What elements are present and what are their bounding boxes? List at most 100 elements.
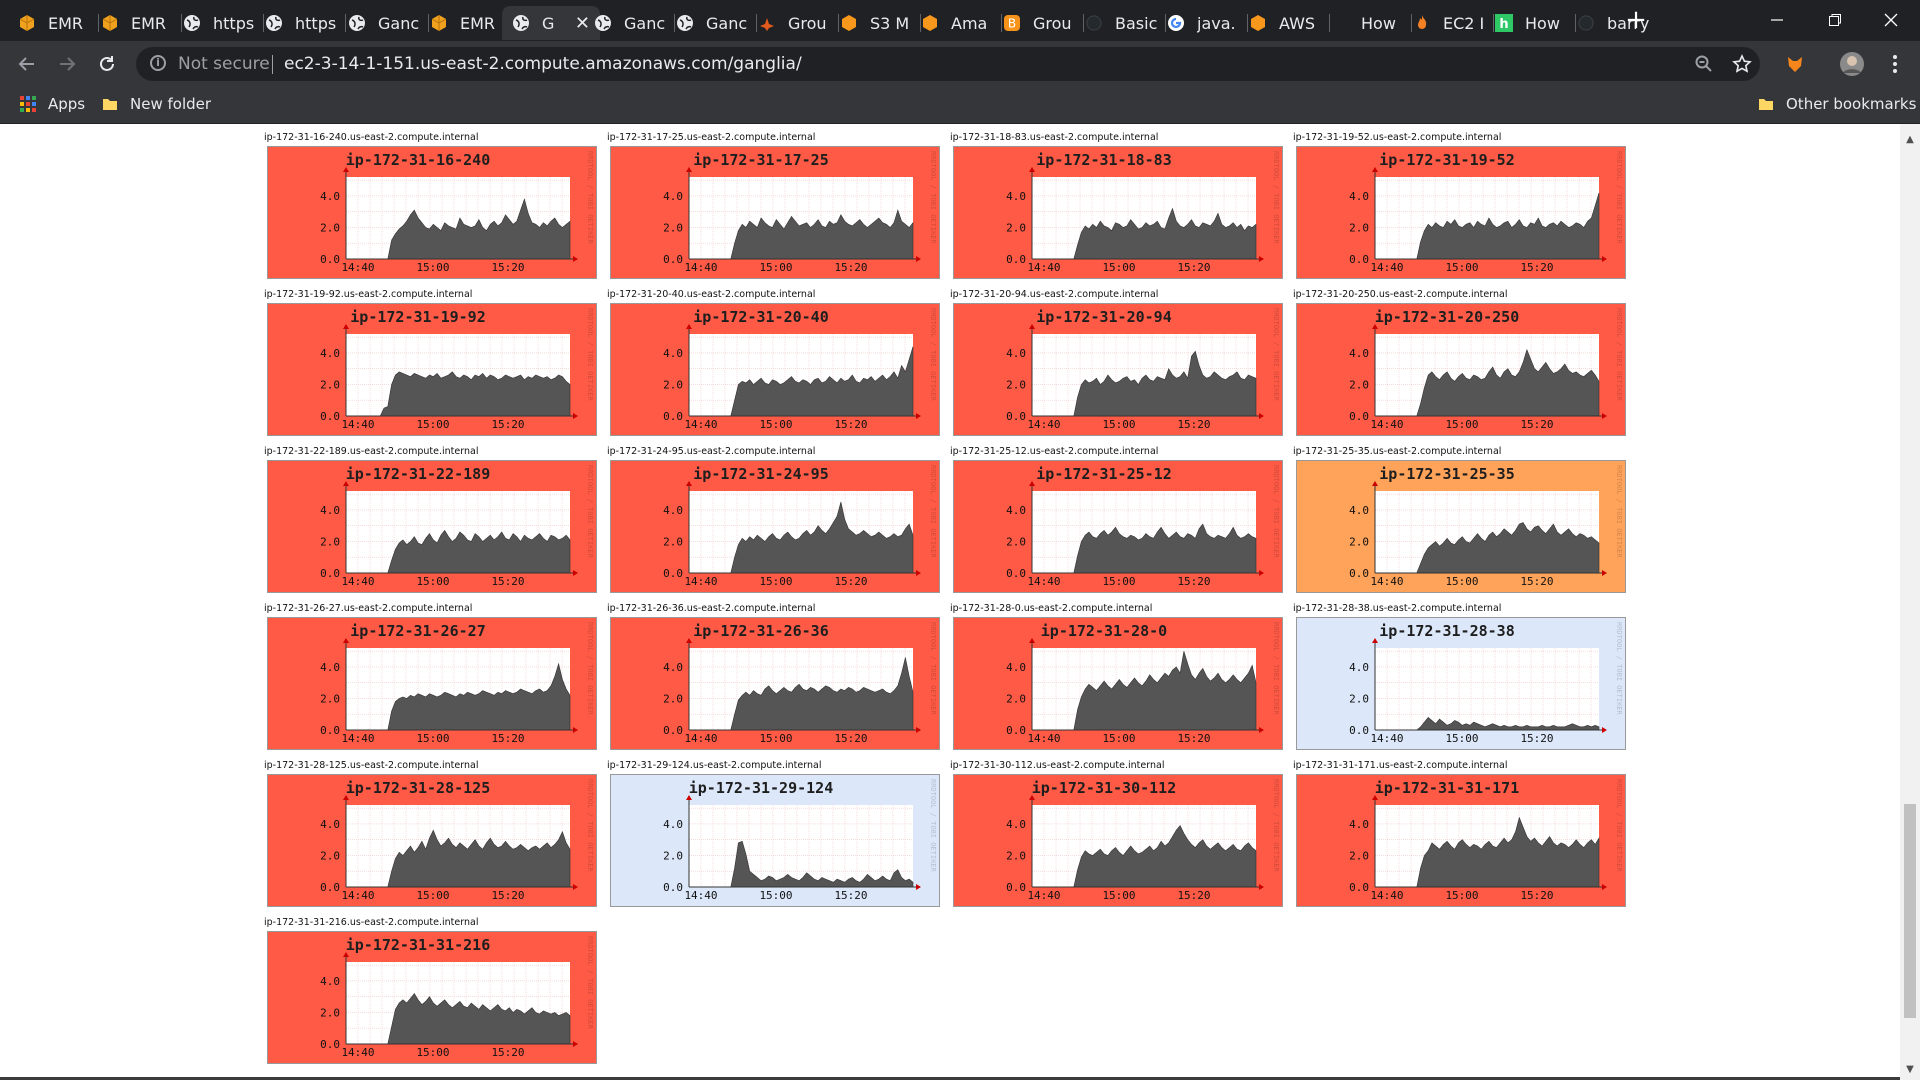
scroll-down-arrow-icon[interactable]: ▼ — [1904, 1064, 1916, 1076]
restore-window-icon[interactable] — [1806, 0, 1864, 40]
host-caption[interactable]: ip-172-31-17-25.us-east-2.compute.intern… — [607, 132, 815, 143]
load-graph[interactable]: ip-172-31-26-36 4.0 2.0 0.0 14:40 15:00 15:20 R… — [610, 617, 940, 750]
tab[interactable]: Ganc — [348, 6, 426, 40]
load-graph[interactable]: ip-172-31-28-38 4.0 2.0 0.0 14:40 15:00 15:20 R… — [1296, 617, 1626, 750]
host-graph-tile[interactable]: ip-172-31-31-171.us-east-2.compute.inter… — [1293, 760, 1629, 917]
load-graph[interactable]: ip-172-31-19-52 4.0 2.0 0.0 14:40 15:00 15:20 R… — [1296, 146, 1626, 279]
tab[interactable]: How — [1331, 6, 1409, 40]
tab[interactable]: Basic — [1085, 6, 1163, 40]
close-window-icon[interactable] — [1862, 0, 1920, 40]
host-caption[interactable]: ip-172-31-18-83.us-east-2.compute.intern… — [950, 132, 1158, 143]
tab[interactable]: EC2 I — [1413, 6, 1491, 40]
back-button[interactable] — [12, 49, 42, 79]
load-graph[interactable]: ip-172-31-31-171 4.0 2.0 0.0 14:40 15:00 15:20… — [1296, 774, 1626, 907]
tab[interactable]: https — [265, 6, 343, 40]
host-graph-tile[interactable]: ip-172-31-16-240.us-east-2.compute.inter… — [264, 132, 600, 289]
host-caption[interactable]: ip-172-31-30-112.us-east-2.compute.inter… — [950, 760, 1164, 771]
extension-fox-icon[interactable] — [1782, 51, 1808, 77]
host-caption[interactable]: ip-172-31-20-94.us-east-2.compute.intern… — [950, 289, 1158, 300]
host-caption[interactable]: ip-172-31-28-0.us-east-2.compute.interna… — [950, 603, 1152, 614]
host-caption[interactable]: ip-172-31-24-95.us-east-2.compute.intern… — [607, 446, 815, 457]
bookmark-apps[interactable]: Apps — [20, 95, 85, 113]
load-graph[interactable]: ip-172-31-28-0 4.0 2.0 0.0 14:40 15:00 15:20 RR… — [953, 617, 1283, 750]
new-tab-button[interactable]: + — [1622, 6, 1650, 34]
host-caption[interactable]: ip-172-31-20-250.us-east-2.compute.inter… — [1293, 289, 1507, 300]
tab[interactable]: Ama — [921, 6, 999, 40]
host-caption[interactable]: ip-172-31-26-27.us-east-2.compute.intern… — [264, 603, 472, 614]
tab[interactable]: java. — [1167, 6, 1245, 40]
load-graph[interactable]: ip-172-31-22-189 4.0 2.0 0.0 14:40 15:00 15:20… — [267, 460, 597, 593]
vertical-scrollbar[interactable]: ▲ ▼ — [1900, 124, 1920, 1080]
tab[interactable]: Ganc — [676, 6, 754, 40]
bookmark-new-folder[interactable]: New folder — [102, 95, 211, 113]
load-graph[interactable]: ip-172-31-25-35 4.0 2.0 0.0 14:40 15:00 15:20 R… — [1296, 460, 1626, 593]
host-graph-tile[interactable]: ip-172-31-20-40.us-east-2.compute.intern… — [607, 289, 943, 446]
load-graph[interactable]: ip-172-31-30-112 4.0 2.0 0.0 14:40 15:00 15:20… — [953, 774, 1283, 907]
tab[interactable]: Grou — [758, 6, 836, 40]
host-caption[interactable]: ip-172-31-29-124.us-east-2.compute.inter… — [607, 760, 821, 771]
host-graph-tile[interactable]: ip-172-31-19-92.us-east-2.compute.intern… — [264, 289, 600, 446]
host-caption[interactable]: ip-172-31-20-40.us-east-2.compute.intern… — [607, 289, 815, 300]
host-graph-tile[interactable]: ip-172-31-18-83.us-east-2.compute.intern… — [950, 132, 1286, 289]
tab[interactable]: B Grou — [1003, 6, 1081, 40]
security-label[interactable]: Not secure — [178, 54, 270, 74]
tab[interactable]: EMR — [18, 6, 96, 40]
menu-kebab-icon[interactable] — [1882, 51, 1908, 77]
tab[interactable]: h How — [1495, 6, 1573, 40]
bookmark-other[interactable]: Other bookmarks — [1758, 95, 1916, 113]
host-graph-tile[interactable]: ip-172-31-25-12.us-east-2.compute.intern… — [950, 446, 1286, 603]
forward-button[interactable] — [52, 49, 82, 79]
scrollbar-thumb[interactable] — [1904, 804, 1916, 1018]
host-graph-tile[interactable]: ip-172-31-30-112.us-east-2.compute.inter… — [950, 760, 1286, 917]
tab-active[interactable]: G ✕ — [502, 6, 600, 40]
host-graph-tile[interactable]: ip-172-31-28-125.us-east-2.compute.inter… — [264, 760, 600, 917]
host-caption[interactable]: ip-172-31-19-92.us-east-2.compute.intern… — [264, 289, 472, 300]
tab[interactable]: EMR — [430, 6, 508, 40]
load-graph[interactable]: ip-172-31-16-240 4.0 2.0 0.0 14:40 15:00 15:20… — [267, 146, 597, 279]
load-graph[interactable]: ip-172-31-25-12 4.0 2.0 0.0 14:40 15:00 15:20 R… — [953, 460, 1283, 593]
host-graph-tile[interactable]: ip-172-31-17-25.us-east-2.compute.intern… — [607, 132, 943, 289]
host-caption[interactable]: ip-172-31-28-38.us-east-2.compute.intern… — [1293, 603, 1501, 614]
bookmark-star-icon[interactable] — [1730, 52, 1754, 76]
host-graph-tile[interactable]: ip-172-31-20-94.us-east-2.compute.intern… — [950, 289, 1286, 446]
tab[interactable]: AWS — [1249, 6, 1327, 40]
load-graph[interactable]: ip-172-31-20-94 4.0 2.0 0.0 14:40 15:00 15:20 R… — [953, 303, 1283, 436]
load-graph[interactable]: ip-172-31-20-40 4.0 2.0 0.0 14:40 15:00 15:20 R… — [610, 303, 940, 436]
host-graph-tile[interactable]: ip-172-31-28-0.us-east-2.compute.interna… — [950, 603, 1286, 760]
host-caption[interactable]: ip-172-31-25-35.us-east-2.compute.intern… — [1293, 446, 1501, 457]
host-caption[interactable]: ip-172-31-31-171.us-east-2.compute.inter… — [1293, 760, 1507, 771]
load-graph[interactable]: ip-172-31-31-216 4.0 2.0 0.0 14:40 15:00 15:20… — [267, 931, 597, 1064]
scroll-up-arrow-icon[interactable]: ▲ — [1904, 134, 1916, 146]
minimize-window-icon[interactable] — [1748, 0, 1806, 40]
address-bar[interactable]: i Not secure ec2-3-14-1-151.us-east-2.co… — [136, 47, 1760, 81]
host-caption[interactable]: ip-172-31-31-216.us-east-2.compute.inter… — [264, 917, 478, 928]
host-graph-tile[interactable]: ip-172-31-26-36.us-east-2.compute.intern… — [607, 603, 943, 760]
tab[interactable]: Ganc — [594, 6, 672, 40]
host-graph-tile[interactable]: ip-172-31-29-124.us-east-2.compute.inter… — [607, 760, 943, 917]
load-graph[interactable]: ip-172-31-20-250 4.0 2.0 0.0 14:40 15:00 15:20… — [1296, 303, 1626, 436]
load-graph[interactable]: ip-172-31-18-83 4.0 2.0 0.0 14:40 15:00 15:20 R… — [953, 146, 1283, 279]
tab[interactable]: S3 M — [840, 6, 918, 40]
load-graph[interactable]: ip-172-31-26-27 4.0 2.0 0.0 14:40 15:00 15:20 R… — [267, 617, 597, 750]
host-caption[interactable]: ip-172-31-22-189.us-east-2.compute.inter… — [264, 446, 478, 457]
host-graph-tile[interactable]: ip-172-31-24-95.us-east-2.compute.intern… — [607, 446, 943, 603]
info-icon[interactable]: i — [150, 55, 166, 71]
host-caption[interactable]: ip-172-31-19-52.us-east-2.compute.intern… — [1293, 132, 1501, 143]
host-graph-tile[interactable]: ip-172-31-28-38.us-east-2.compute.intern… — [1293, 603, 1629, 760]
load-graph[interactable]: ip-172-31-17-25 4.0 2.0 0.0 14:40 15:00 15:20 R… — [610, 146, 940, 279]
host-graph-tile[interactable]: ip-172-31-22-189.us-east-2.compute.inter… — [264, 446, 600, 603]
host-graph-tile[interactable]: ip-172-31-19-52.us-east-2.compute.intern… — [1293, 132, 1629, 289]
host-graph-tile[interactable]: ip-172-31-26-27.us-east-2.compute.intern… — [264, 603, 600, 760]
host-graph-tile[interactable]: ip-172-31-20-250.us-east-2.compute.inter… — [1293, 289, 1629, 446]
host-caption[interactable]: ip-172-31-28-125.us-east-2.compute.inter… — [264, 760, 478, 771]
profile-avatar[interactable] — [1839, 51, 1865, 77]
close-tab-icon[interactable]: ✕ — [575, 13, 590, 34]
zoom-icon[interactable] — [1692, 52, 1716, 76]
load-graph[interactable]: ip-172-31-24-95 4.0 2.0 0.0 14:40 15:00 15:20 R… — [610, 460, 940, 593]
tab[interactable]: https — [183, 6, 261, 40]
load-graph[interactable]: ip-172-31-19-92 4.0 2.0 0.0 14:40 15:00 15:20 R… — [267, 303, 597, 436]
reload-button[interactable] — [92, 49, 122, 79]
host-caption[interactable]: ip-172-31-26-36.us-east-2.compute.intern… — [607, 603, 815, 614]
tab[interactable]: EMR — [101, 6, 179, 40]
load-graph[interactable]: ip-172-31-29-124 4.0 2.0 0.0 14:40 15:00 15:20… — [610, 774, 940, 907]
